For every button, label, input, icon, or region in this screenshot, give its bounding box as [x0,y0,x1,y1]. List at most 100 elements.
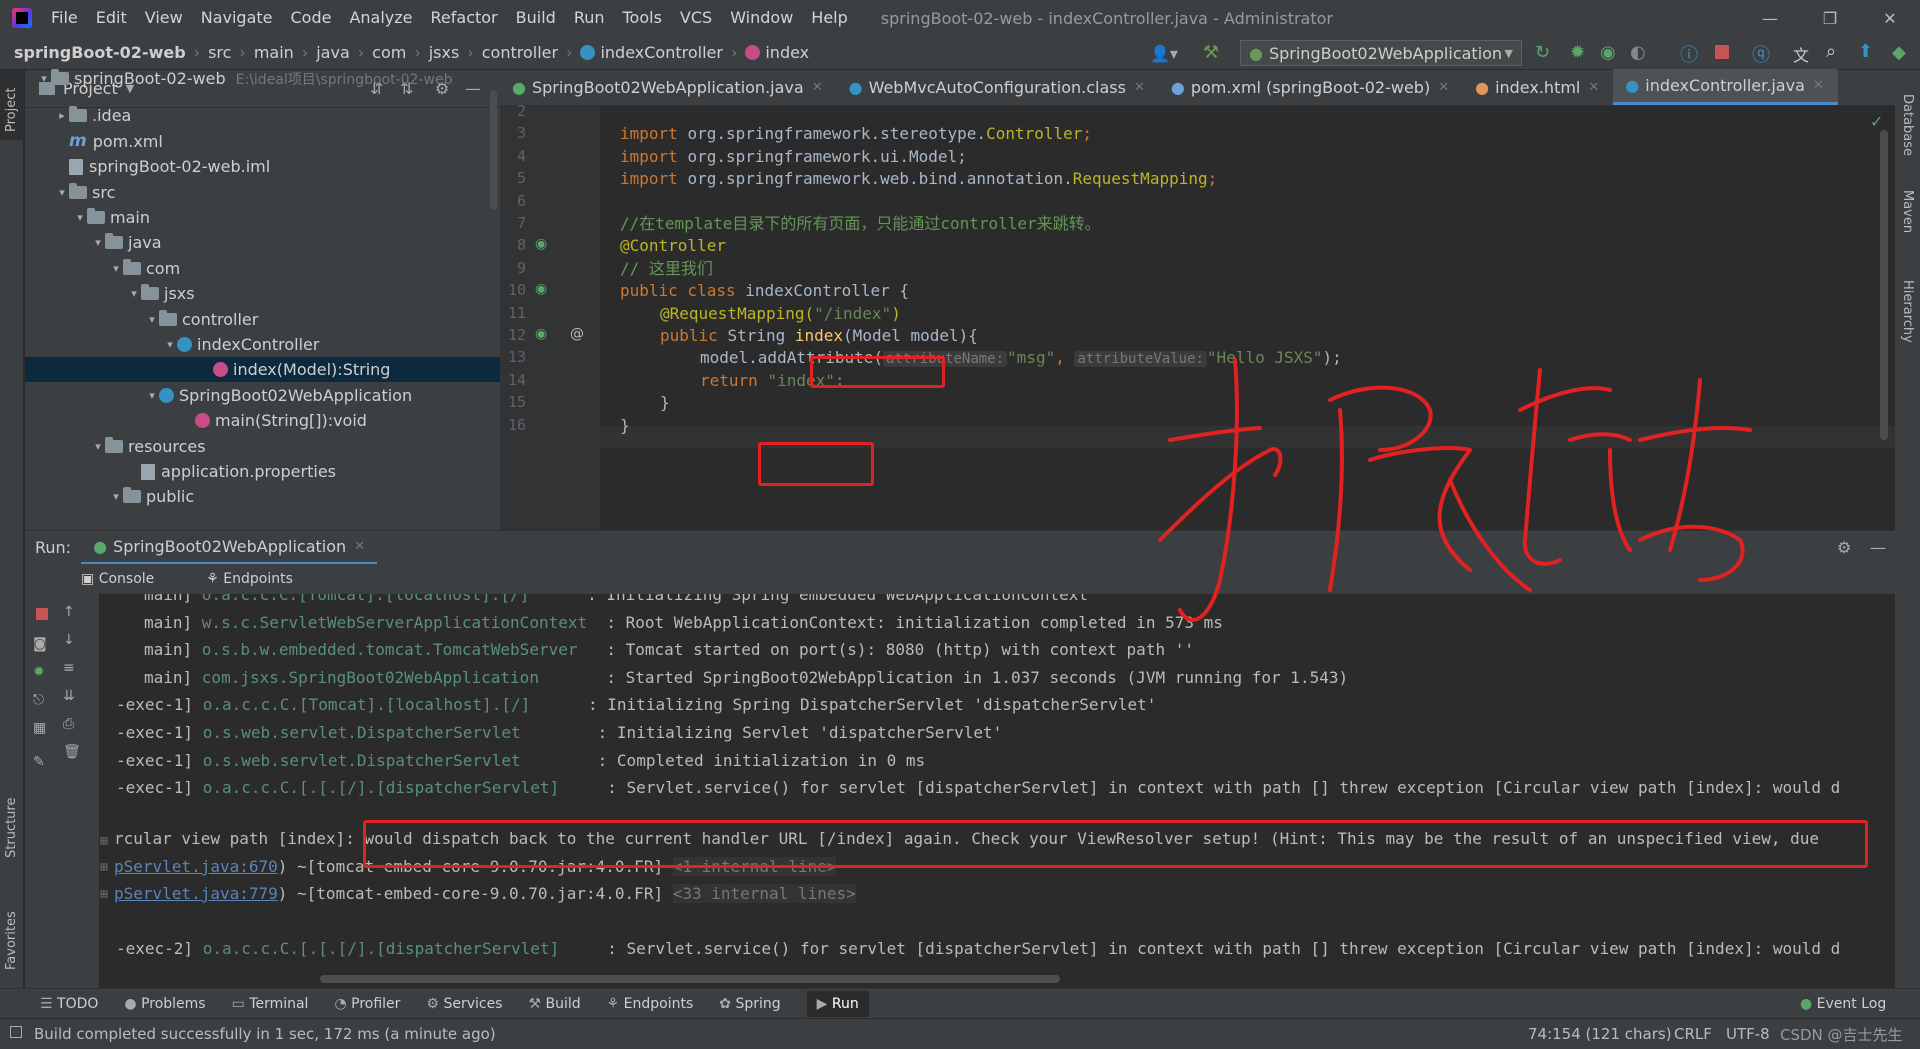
menu-refactor[interactable]: Refactor [422,0,507,36]
expand-arrow-icon[interactable]: ▾ [73,211,87,224]
menu-edit[interactable]: Edit [87,0,136,36]
close-tab-icon[interactable]: ✕ [1813,78,1824,93]
profiler-icon[interactable]: ◐ [1630,42,1646,63]
layout-icon[interactable]: ▦ [33,720,49,736]
menu-file[interactable]: File [42,0,87,36]
database-tool-tab[interactable]: Database [1900,94,1915,156]
debug-icon[interactable]: ✹ [33,664,49,680]
project-tool-tab[interactable]: Project [4,88,19,132]
menu-navigate[interactable]: Navigate [192,0,282,36]
tree-item[interactable]: ▾ jsxs [25,281,500,306]
tool-tab-services[interactable]: ⚙ Services [426,996,502,1012]
close-tab-icon[interactable]: ✕ [1588,80,1599,95]
event-log-button[interactable]: ● Event Log [1800,996,1886,1012]
menu-view[interactable]: View [136,0,192,36]
file-encoding[interactable]: UTF-8 [1726,1025,1770,1043]
plugin-icon[interactable]: ◆ [1892,42,1906,63]
close-tab-icon[interactable]: ✕ [1438,80,1449,95]
expand-icon[interactable]: ⊞ [100,887,108,902]
console-scrollbar[interactable] [320,975,1060,983]
help-icon[interactable]: ⓘ [1680,41,1698,67]
expand-arrow-icon[interactable]: ▾ [109,490,123,503]
debug-icon[interactable]: ✹ [1570,42,1585,63]
breadcrumb-project[interactable]: springBoot-02-web [14,43,186,62]
soft-wrap-icon[interactable]: ≡ [63,660,79,676]
trash-icon[interactable]: 🗑 [63,744,81,760]
expand-icon[interactable]: ⊞ [100,860,108,875]
scroll-to-end-icon[interactable]: ⇊ [63,688,79,704]
expand-arrow-icon[interactable]: ▾ [145,389,159,402]
spring-bean-gutter-icon[interactable]: ◉ [535,236,547,252]
tool-tab-run[interactable]: ▶ Run [806,990,869,1017]
menu-code[interactable]: Code [282,0,341,36]
endpoints-tab[interactable]: ⚘ Endpoints [206,571,319,587]
expand-arrow-icon[interactable]: ▾ [55,186,69,199]
annotation-gutter-icon[interactable]: @ [570,326,584,342]
tool-tab-spring[interactable]: ✿ Spring [719,996,780,1012]
expand-icon[interactable]: ⊞ [100,834,108,849]
coverage-icon[interactable]: ◉ [1600,42,1616,63]
editor-tab[interactable]: ● SpringBoot02WebApplication.java ✕ [500,69,837,105]
menu-analyze[interactable]: Analyze [340,0,421,36]
editor-tab[interactable]: ● WebMvcAutoConfiguration.class ✕ [837,69,1159,105]
tool-tab-problems[interactable]: ● Problems [124,996,205,1012]
close-tab-icon[interactable]: ✕ [812,80,823,95]
structure-tool-tab[interactable]: Structure [4,798,19,858]
tree-item[interactable]: application.properties [25,459,500,484]
expand-arrow-icon[interactable]: ▾ [37,72,51,85]
hide-icon[interactable]: — [1870,538,1886,557]
restore-icon[interactable]: ❐ [1800,0,1860,36]
menu-window[interactable]: Window [721,0,802,36]
update-icon[interactable]: ⬆ [1858,41,1873,62]
menu-tools[interactable]: Tools [614,0,671,36]
breadcrumb-java[interactable]: java [316,43,350,62]
breadcrumb-com[interactable]: com [372,43,406,62]
stop-icon[interactable] [1715,45,1729,59]
line-separator[interactable]: CRLF [1674,1025,1712,1043]
expand-arrow-icon[interactable]: ▾ [145,313,159,326]
tree-item[interactable]: ▾ public [25,484,500,509]
spring-bean-gutter-icon[interactable]: ◉ [535,281,547,297]
minimize-icon[interactable]: — [1740,0,1800,36]
tool-tab-endpoints[interactable]: ⚘ Endpoints [607,996,694,1012]
console-tab[interactable]: ▣ Console [81,571,180,587]
tree-item[interactable]: ▾ main [25,205,500,230]
tree-item[interactable]: ▾ src [25,180,500,205]
editor-tab[interactable]: ● index.html ✕ [1463,69,1613,105]
breadcrumb-class[interactable]: indexController [600,43,722,62]
tree-item[interactable]: ▾ com [25,256,500,281]
tree-item[interactable]: ▾ springBoot-02-web E:\ideal项目\springboot-… [25,66,500,91]
tree-item[interactable]: ▸ .idea [25,103,500,128]
pin-icon[interactable]: ✎ [33,754,49,770]
tool-tab-profiler[interactable]: ◔ Profiler [334,996,400,1012]
spring-bean-gutter-icon[interactable]: ◉ [535,326,547,342]
rerun-icon[interactable]: ↻ [1535,42,1550,63]
tree-item[interactable]: index(Model):String [25,357,500,383]
expand-arrow-icon[interactable]: ▾ [127,287,141,300]
menu-help[interactable]: Help [802,0,856,36]
run-configuration-select[interactable]: ● SpringBoot02WebApplication ▼ [1240,40,1522,66]
search-icon[interactable]: ⌕ [1826,41,1836,62]
menu-run[interactable]: Run [565,0,614,36]
breadcrumb-method[interactable]: index [765,43,809,62]
tree-item[interactable]: main(String[]):void [25,408,500,433]
print-icon[interactable]: ⎙ [63,716,79,732]
tree-item[interactable]: springBoot-02-web.iml [25,154,500,179]
expand-arrow-icon[interactable]: ▾ [91,440,105,453]
user-icon[interactable]: 👤▾ [1150,44,1178,63]
camera-icon[interactable]: ◙ [33,636,49,652]
editor-tab[interactable]: ● pom.xml (springBoot-02-web) ✕ [1159,69,1463,105]
tree-item[interactable]: ▾ SpringBoot02WebApplication [25,383,500,408]
maven-tool-tab[interactable]: Maven [1900,190,1915,233]
editor-tab[interactable]: ● indexController.java ✕ [1613,69,1838,105]
run-tab[interactable]: ● SpringBoot02WebApplication ✕ [81,531,378,565]
translate-icon[interactable]: 文 [1793,42,1809,66]
tool-tab-terminal[interactable]: ▭ Terminal [232,996,309,1012]
cursor-position[interactable]: 74:154 (121 chars) [1528,1025,1672,1043]
build-hammer-icon[interactable]: ⚒ [1203,42,1219,63]
tree-item[interactable]: ▾ resources [25,434,500,459]
tool-tab-todo[interactable]: ☰ TODO [40,996,98,1012]
hierarchy-tool-tab[interactable]: Hierarchy [1900,280,1915,343]
console-output[interactable]: main] o.a.c.c.C.[Tomcat].[localhost].[/]… [100,594,1895,978]
gear-icon[interactable]: ⚙ [1837,538,1851,557]
